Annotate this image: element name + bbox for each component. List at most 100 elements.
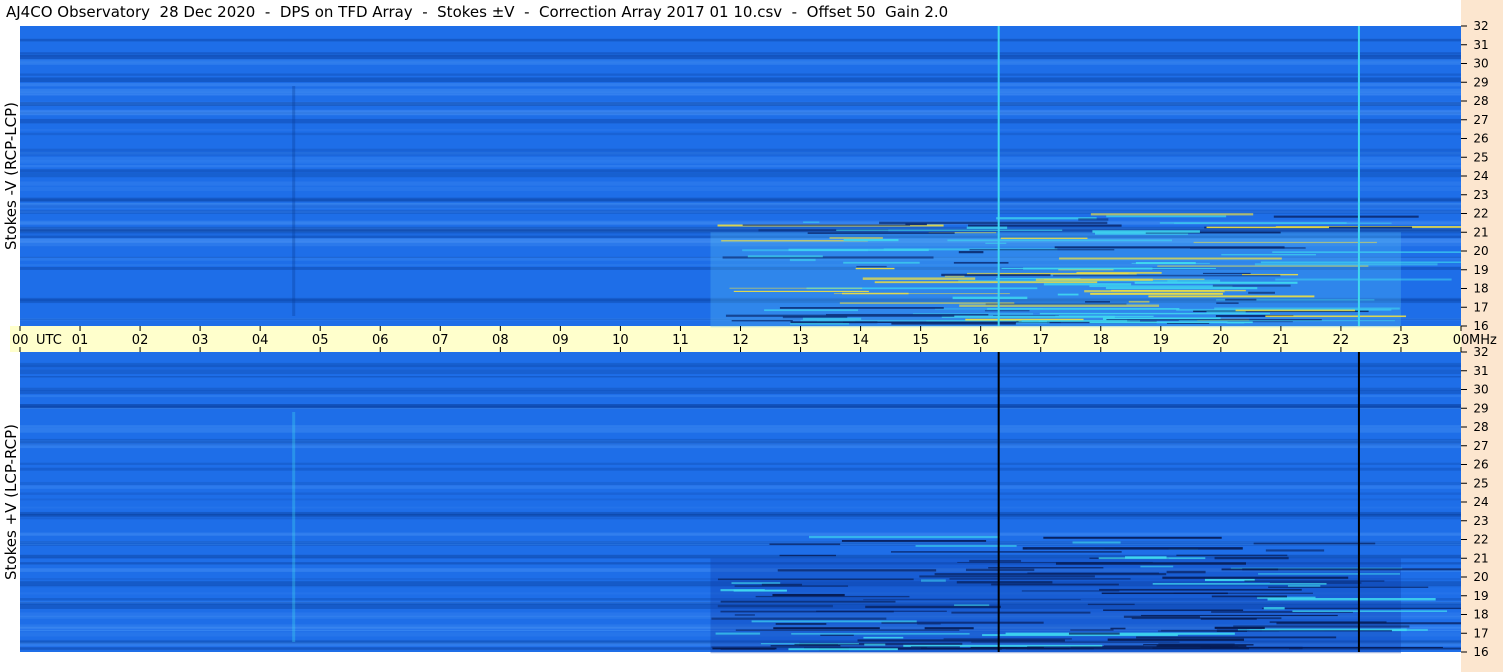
panel-1-streak: [1099, 588, 1302, 591]
panel-1-streak: [715, 632, 761, 635]
freq-tick-label: 28: [1473, 420, 1488, 434]
panel-0-band: [20, 129, 1461, 131]
panel-1-band: [20, 506, 1461, 509]
time-tick-label: 13: [792, 333, 809, 348]
panel-1-streak: [957, 561, 1153, 563]
panel-1-vertical-line: [997, 352, 1000, 652]
panel-1-streak: [731, 582, 781, 584]
panel-1-band: [20, 425, 1461, 428]
panel-0-band: [20, 38, 1461, 42]
panel-1-band: [20, 543, 1461, 545]
panel-0-streak: [1212, 284, 1291, 287]
panel-1-streak: [779, 554, 836, 557]
panel-1-streak: [1107, 638, 1244, 641]
panel-0-streak: [790, 321, 878, 324]
panel-1-streak: [1027, 647, 1249, 650]
panel-0-band: [20, 118, 1461, 124]
panel-0-streak: [862, 277, 976, 280]
panel-0-streak: [1221, 254, 1316, 256]
freq-tick-label: 24: [1473, 169, 1488, 183]
panel-1-band: [20, 498, 1461, 501]
panel-1-streak: [1021, 590, 1120, 592]
panel-1-streak: [772, 593, 845, 597]
time-tick-label: 11: [672, 333, 689, 348]
panel-0-streak: [891, 322, 1016, 325]
panel-1-streak: [733, 589, 787, 592]
freq-tick-label: 29: [1473, 401, 1488, 415]
panel-1-streak: [1166, 570, 1206, 574]
panel-0-streak: [1089, 321, 1253, 324]
panel-0-streak: [987, 308, 1180, 310]
panel-0-streak: [733, 290, 869, 293]
time-tick-label: 14: [852, 333, 869, 348]
panel-1-band: [20, 481, 1461, 486]
panel-0-band: [20, 172, 1461, 178]
utc-label: UTC: [36, 333, 62, 348]
panel-0-band: [20, 77, 1461, 83]
panel-0-streak: [1057, 293, 1079, 296]
panel-0-streak: [879, 221, 1108, 225]
panel-1-band: [20, 404, 1461, 406]
panel-0-streak: [1265, 315, 1407, 318]
panel-0-streak: [856, 265, 887, 268]
freq-tick-label: 30: [1473, 57, 1488, 71]
panel-1-streak: [1103, 609, 1244, 611]
time-tick-label: 19: [1153, 333, 1170, 348]
freq-tick-label: 31: [1473, 364, 1488, 378]
freq-tick-label: 27: [1473, 113, 1488, 127]
panel-0-streak: [789, 258, 816, 262]
time-tick-label: 21: [1273, 333, 1290, 348]
panel-0-streak: [968, 224, 1122, 227]
panel-1-band: [20, 517, 1461, 520]
panel-0-vertical-line: [1357, 26, 1360, 326]
panel-0-streak: [1202, 272, 1251, 275]
panel-1-streak: [919, 575, 1095, 578]
panel-1-streak: [711, 617, 887, 620]
panel-1-streak: [791, 632, 970, 635]
panel-0-band: [20, 54, 1461, 60]
panel-0-band: [20, 93, 1461, 96]
panel-1-streak: [1292, 610, 1448, 613]
panel-0-streak: [764, 309, 859, 312]
panel-0-streak: [1059, 257, 1282, 260]
freq-tick-label: 24: [1473, 495, 1488, 509]
panel-1-streak: [971, 641, 1180, 643]
panel-1-streak: [1141, 614, 1338, 617]
panel-0-streak: [1193, 241, 1377, 244]
panel-1-band: [20, 364, 1461, 369]
panel-1-streak: [775, 623, 827, 625]
panel-1-streak: [951, 611, 1091, 614]
freq-tick-label: 27: [1473, 439, 1488, 453]
panel-0-streak: [1090, 213, 1254, 216]
panel-1-band: [20, 394, 1461, 398]
panel-0-streak: [1248, 291, 1275, 294]
panel-1-streak: [863, 636, 904, 639]
panel-0-streak: [1178, 320, 1395, 322]
panel-0-streak: [843, 238, 899, 242]
panel-0-streak: [731, 320, 793, 322]
panel-0-band: [20, 203, 1461, 206]
panel-1-streak: [965, 568, 1035, 572]
panel-1-streak: [1098, 557, 1206, 560]
panel-0-streak: [958, 251, 984, 254]
panel-1-streak: [734, 614, 755, 616]
time-tick-label: 04: [252, 333, 269, 348]
panel-1-streak: [717, 604, 833, 608]
panel-1-streak: [865, 605, 1001, 609]
panel-1-streak: [1027, 572, 1159, 574]
panel-0-streak: [1134, 281, 1298, 284]
panel-0-band: [20, 210, 1461, 214]
freq-tick-label: 28: [1473, 94, 1488, 108]
panel-1-streak: [720, 600, 896, 603]
panel-1-streak: [1131, 617, 1282, 620]
freq-tick-label: 20: [1473, 570, 1488, 584]
panel-1-streak: [1005, 632, 1235, 635]
panel-0-streak: [836, 229, 1063, 231]
panel-0-streak: [874, 281, 1098, 284]
panel-1-band: [20, 511, 1461, 516]
panel-0-streak: [1092, 230, 1200, 233]
panel-1-band: [20, 534, 1461, 536]
panel-0-streak: [1043, 283, 1132, 286]
panel-0-streak: [742, 249, 869, 252]
panel-0-streak: [1078, 218, 1109, 221]
